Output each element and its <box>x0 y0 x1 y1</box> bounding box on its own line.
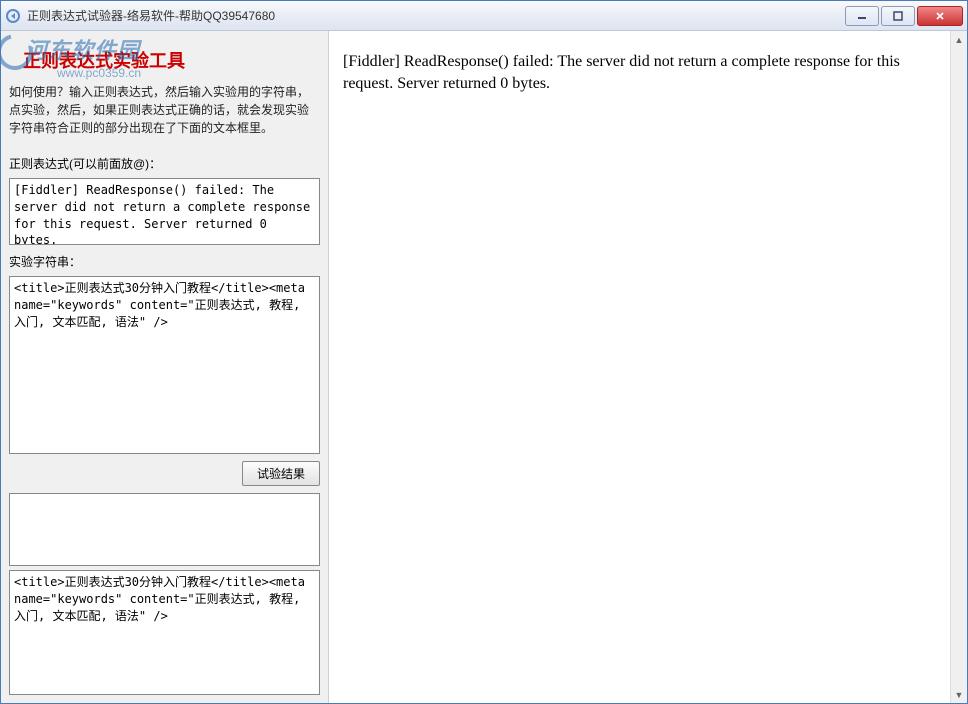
client-area: 河东软件园 www.pc0359.cn 正则表达式实验工具 如何使用？输入正则表… <box>1 31 967 703</box>
window-controls <box>845 6 963 26</box>
scroll-down-icon[interactable]: ▼ <box>953 688 966 701</box>
output-pane[interactable]: [Fiddler] ReadResponse() failed: The ser… <box>329 31 950 703</box>
test-string-input[interactable] <box>9 276 320 454</box>
vertical-scrollbar[interactable]: ▲ ▼ <box>950 31 967 703</box>
help-text: 如何使用？输入正则表达式，然后输入实验用的字符串，点实验，然后，如果正则表达式正… <box>9 83 320 137</box>
tool-title: 正则表达式实验工具 <box>23 47 320 73</box>
result-output-2[interactable] <box>9 570 320 695</box>
close-button[interactable] <box>917 6 963 26</box>
run-button[interactable]: 试验结果 <box>242 461 320 486</box>
right-panel: [Fiddler] ReadResponse() failed: The ser… <box>329 31 967 703</box>
button-row: 试验结果 <box>9 461 320 486</box>
regex-label: 正则表达式(可以前面放@)： <box>9 155 320 172</box>
result-output-1[interactable] <box>9 493 320 566</box>
scroll-up-icon[interactable]: ▲ <box>953 33 966 46</box>
regex-input[interactable] <box>9 178 320 245</box>
test-string-label: 实验字符串： <box>9 253 320 270</box>
window-title: 正则表达式试验器-络易软件-帮助QQ39547680 <box>27 7 845 24</box>
left-panel: 正则表达式实验工具 如何使用？输入正则表达式，然后输入实验用的字符串，点实验，然… <box>1 31 329 703</box>
app-icon <box>5 8 21 24</box>
titlebar[interactable]: 正则表达式试验器-络易软件-帮助QQ39547680 <box>1 1 967 31</box>
app-window: 正则表达式试验器-络易软件-帮助QQ39547680 河东软件园 www.pc0… <box>0 0 968 704</box>
minimize-button[interactable] <box>845 6 879 26</box>
maximize-button[interactable] <box>881 6 915 26</box>
